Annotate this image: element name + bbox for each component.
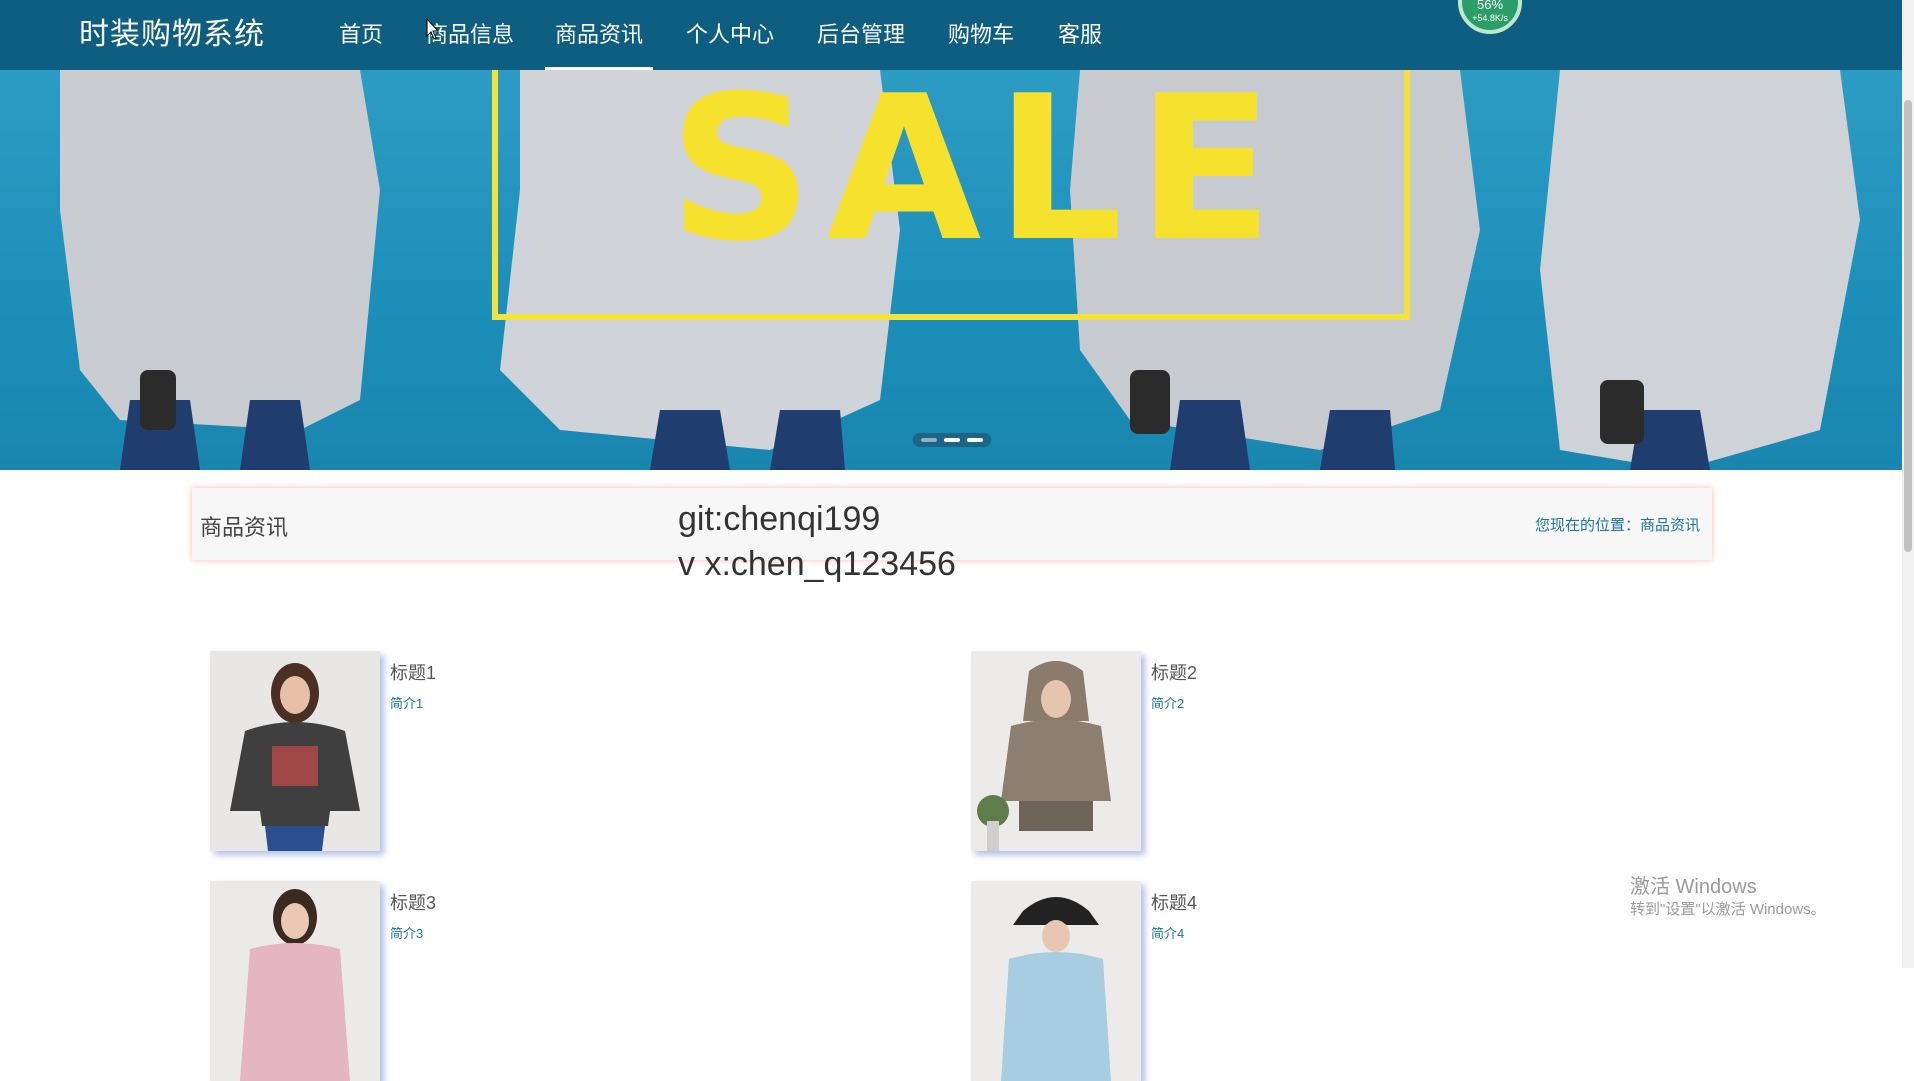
- news-thumbnail[interactable]: [210, 881, 380, 1081]
- page-scrollbar[interactable]: [1902, 0, 1914, 968]
- news-summary: 简介4: [1151, 926, 1185, 941]
- nav-product-news[interactable]: 商品资讯: [545, 17, 654, 70]
- news-thumbnail[interactable]: [210, 651, 380, 851]
- news-thumbnail[interactable]: [971, 651, 1141, 851]
- news-thumbnail[interactable]: [971, 881, 1141, 1081]
- model-photo-image: [971, 651, 1141, 851]
- overlay-git-text: git:chenqi199: [678, 500, 881, 538]
- nav-personal-center[interactable]: 个人中心: [676, 17, 784, 70]
- scrollbar-thumb[interactable]: [1904, 100, 1912, 552]
- breadcrumb: 您现在的位置：商品资讯: [1535, 514, 1700, 535]
- speed-percent: 56%: [1476, 0, 1504, 12]
- carousel-dot-2[interactable]: [944, 438, 960, 442]
- windows-activation-title: 激活 Windows: [1630, 876, 1757, 898]
- news-summary: 简介2: [1151, 696, 1185, 711]
- news-item[interactable]: 标题4 简介4: [971, 881, 1471, 1081]
- news-summary: 简介3: [390, 926, 424, 941]
- nav-home[interactable]: 首页: [329, 17, 393, 70]
- windows-activation-notice: 激活 Windows 转到"设置"以激活 Windows。: [1630, 874, 1826, 920]
- hero-banner[interactable]: SALE: [0, 70, 1902, 470]
- news-item[interactable]: 标题1 简介1: [210, 651, 710, 851]
- mouse-cursor-icon: [426, 18, 440, 40]
- site-brand[interactable]: 时装购物系统: [79, 15, 265, 55]
- model-photo-image: [210, 651, 380, 851]
- news-title[interactable]: 标题4: [1151, 889, 1197, 915]
- news-item[interactable]: 标题3 简介3: [210, 881, 710, 1081]
- carousel-dot-3[interactable]: [967, 438, 983, 442]
- sale-headline: SALE: [668, 70, 1288, 286]
- breadcrumb-prefix: 您现在的位置：: [1534, 517, 1640, 534]
- nav-customer-service[interactable]: 客服: [1048, 17, 1112, 70]
- windows-activation-subtitle: 转到"设置"以激活 Windows。: [1630, 901, 1826, 918]
- news-item[interactable]: 标题2 简介2: [971, 651, 1471, 851]
- news-title[interactable]: 标题3: [390, 889, 436, 915]
- nav-cart[interactable]: 购物车: [938, 17, 1024, 70]
- top-navbar: 时装购物系统 首页 商品信息 商品资讯 个人中心 后台管理 购物车 客服: [0, 0, 1902, 70]
- news-title[interactable]: 标题2: [1151, 659, 1197, 685]
- model-photo-image: [210, 881, 380, 1081]
- carousel-indicators: [913, 433, 991, 447]
- news-summary: 简介1: [390, 696, 424, 711]
- carousel-dot-1[interactable]: [921, 438, 937, 442]
- overlay-contact-text: v x:chen_q123456: [678, 545, 956, 583]
- model-photo-image: [971, 881, 1141, 1081]
- nav-admin[interactable]: 后台管理: [807, 17, 915, 70]
- breadcrumb-current[interactable]: 商品资讯: [1640, 517, 1700, 534]
- news-title[interactable]: 标题1: [390, 659, 436, 685]
- speed-rate: +54.8K/s: [1472, 13, 1508, 23]
- section-title: 商品资讯: [200, 515, 289, 540]
